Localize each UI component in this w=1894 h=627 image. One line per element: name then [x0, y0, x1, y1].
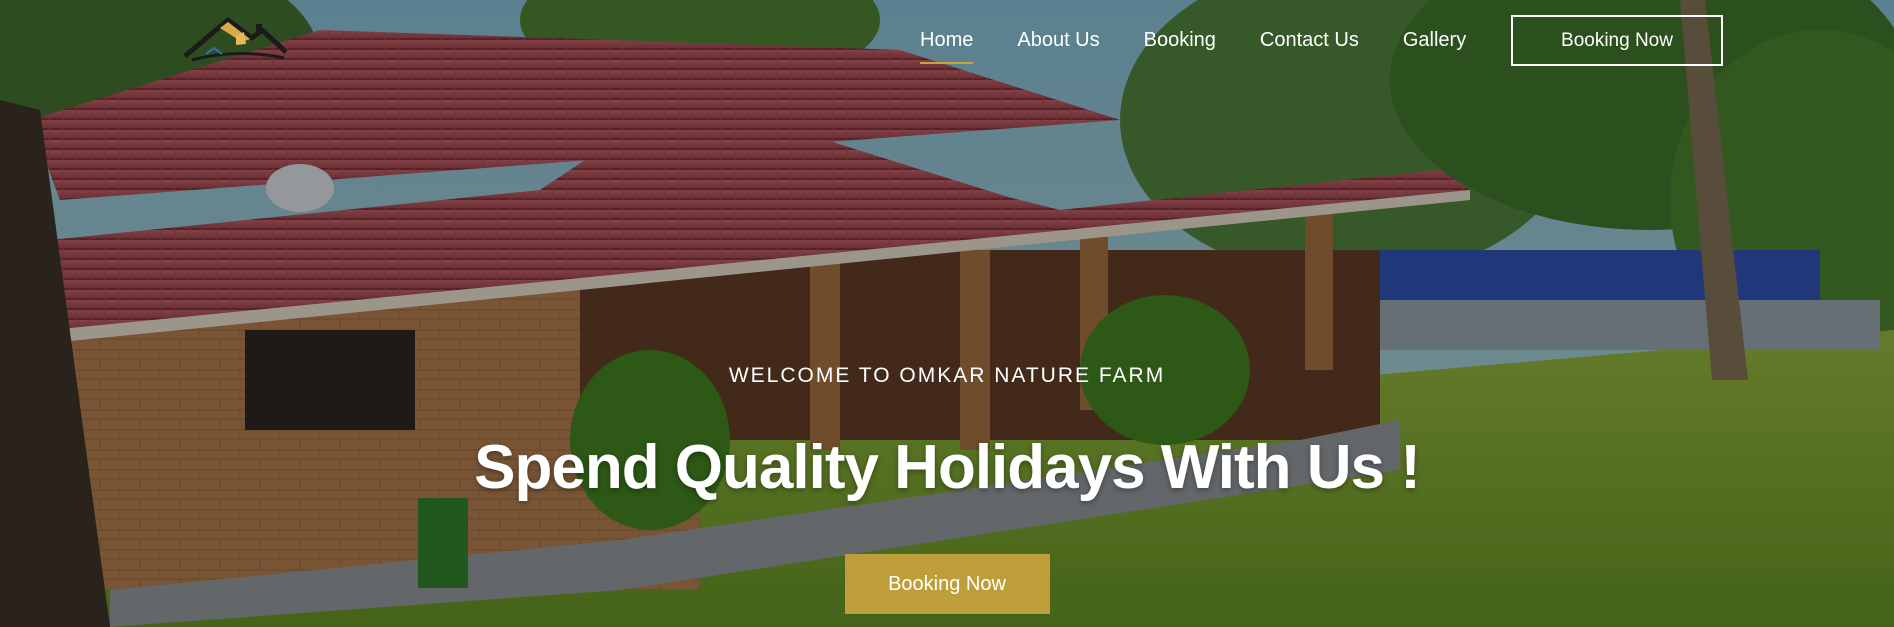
nav-item-gallery[interactable]: Gallery	[1403, 11, 1466, 70]
hero-headline: Spend Quality Holidays With Us !	[474, 433, 1421, 502]
farmhouse-roof-logo-icon[interactable]	[180, 14, 290, 68]
nav-item-home[interactable]: Home	[920, 11, 974, 70]
hero-eyebrow: WELCOME TO OMKAR NATURE FARM	[728, 364, 1166, 387]
hero-booking-now-button[interactable]: Booking Now	[844, 554, 1050, 614]
nav-item-booking[interactable]: Booking	[1144, 11, 1216, 70]
hero-section: Home About Us Booking Contact Us Gallery…	[0, 0, 1894, 627]
header-booking-now-button[interactable]: Booking Now	[1511, 15, 1723, 66]
nav-item-about-us[interactable]: About Us	[1017, 11, 1099, 70]
nav-item-contact-us[interactable]: Contact Us	[1260, 11, 1359, 70]
main-nav: Home About Us Booking Contact Us Gallery	[920, 0, 1510, 80]
hero-content: WELCOME TO OMKAR NATURE FARM Spend Quali…	[0, 360, 1894, 614]
